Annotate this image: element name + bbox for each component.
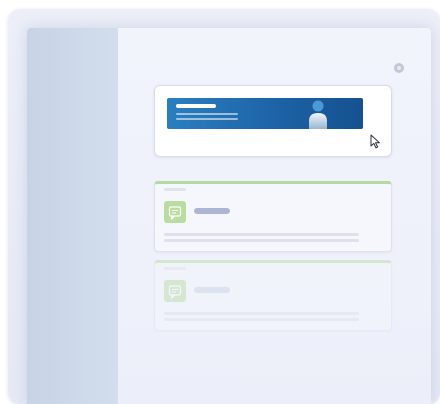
card-title-placeholder <box>194 208 230 214</box>
card-title-placeholder <box>194 287 230 293</box>
card-text-line <box>164 233 359 236</box>
card-tag-placeholder <box>164 267 186 270</box>
card-text-line <box>164 312 359 315</box>
chat-icon <box>164 201 186 223</box>
sidebar <box>27 28 118 404</box>
feature-card[interactable] <box>154 181 392 252</box>
banner-title-placeholder <box>176 104 216 108</box>
modal-panel <box>118 28 431 404</box>
banner-text-line <box>176 118 238 120</box>
card-text-line <box>164 239 359 242</box>
app-window <box>27 28 431 404</box>
card-tag-placeholder <box>164 188 186 191</box>
card-text-line <box>164 318 359 321</box>
app-frame <box>8 9 440 404</box>
promo-banner <box>167 98 363 129</box>
banner-text-line <box>176 113 238 115</box>
close-icon[interactable] <box>394 63 404 73</box>
cursor-pointer-icon <box>370 134 380 149</box>
chat-icon <box>164 280 186 302</box>
promo-card[interactable] <box>154 85 392 157</box>
person-icon <box>309 100 327 129</box>
feature-card[interactable] <box>154 260 392 331</box>
